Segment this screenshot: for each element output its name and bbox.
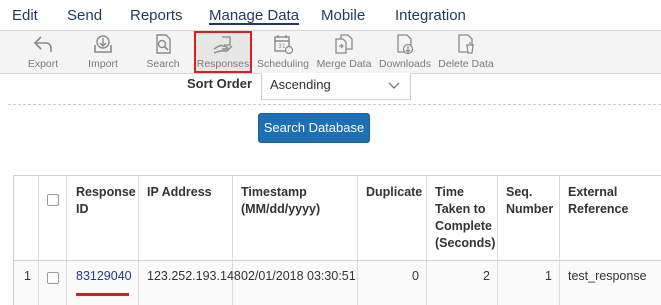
time-taken-value: 2: [483, 269, 490, 283]
responses-button[interactable]: Responses: [194, 31, 252, 73]
import-button[interactable]: Import: [80, 31, 126, 73]
header-seq-number[interactable]: Seq. Number: [506, 184, 558, 218]
delete-data-label: Delete Data: [438, 58, 494, 70]
chevron-down-icon: [388, 82, 400, 89]
toolbar: Export Import Search Responses 31 Schedu…: [0, 30, 661, 74]
header-time-taken[interactable]: Time Taken to Complete (Seconds): [435, 184, 495, 252]
results-table: Response ID IP Address Timestamp (MM/dd/…: [13, 175, 661, 305]
header-timestamp[interactable]: Timestamp (MM/dd/yyyy): [241, 184, 351, 218]
search-icon: [156, 34, 171, 54]
sort-order-value: Ascending: [270, 77, 331, 92]
import-label: Import: [88, 58, 118, 70]
search-label: Search: [146, 58, 180, 70]
menu-manage-data[interactable]: Manage Data: [209, 7, 299, 24]
search-button[interactable]: Search: [140, 31, 186, 73]
merge-icon: [335, 34, 353, 54]
row-index: 1: [24, 269, 31, 283]
header-divider: [14, 260, 661, 261]
export-button[interactable]: Export: [20, 31, 66, 73]
header-ip-address[interactable]: IP Address: [147, 184, 233, 201]
downloads-label: Downloads: [379, 58, 431, 70]
highlight-underline: [76, 293, 129, 296]
timestamp-value: 02/01/2018 03:30:51: [241, 269, 356, 283]
delete-icon: [458, 34, 474, 54]
delete-data-button[interactable]: Delete Data: [438, 31, 494, 73]
row-checkbox[interactable]: [47, 272, 59, 284]
menu-integration[interactable]: Integration: [395, 7, 466, 24]
merge-data-label: Merge Data: [316, 58, 372, 70]
seq-number-value: 1: [545, 269, 552, 283]
responses-label: Responses: [196, 58, 250, 70]
download-icon: [397, 34, 414, 55]
response-id-link[interactable]: 83129040: [76, 269, 132, 283]
header-duplicate[interactable]: Duplicate: [366, 184, 426, 201]
external-reference-value: test_response: [568, 269, 647, 283]
menu-edit[interactable]: Edit: [12, 7, 38, 24]
export-label: Export: [27, 58, 59, 70]
header-external-reference[interactable]: External Reference: [568, 184, 658, 218]
sort-order-select[interactable]: Ascending: [261, 73, 411, 100]
duplicate-value: 0: [412, 269, 419, 283]
sort-order-label: Sort Order: [187, 76, 253, 91]
section-divider: [8, 104, 661, 105]
calendar-icon: 31: [274, 35, 294, 55]
svg-text:31: 31: [278, 43, 286, 50]
top-menu: Edit Send Reports Manage Data Mobile Int…: [0, 0, 661, 30]
scheduling-button[interactable]: 31 Scheduling: [256, 31, 310, 73]
menu-reports[interactable]: Reports: [130, 7, 183, 24]
ip-address-value: 123.252.193.148: [147, 269, 241, 283]
col-index: [14, 176, 39, 305]
scheduling-label: Scheduling: [257, 58, 309, 70]
export-icon: [33, 36, 52, 52]
hand-icon: [213, 36, 233, 54]
merge-data-button[interactable]: Merge Data: [316, 31, 372, 73]
search-database-button[interactable]: Search Database: [258, 113, 370, 143]
select-all-checkbox[interactable]: [47, 194, 59, 206]
menu-send[interactable]: Send: [67, 7, 102, 24]
header-response-id[interactable]: Response ID: [76, 184, 136, 218]
downloads-button[interactable]: Downloads: [378, 31, 432, 73]
menu-mobile[interactable]: Mobile: [321, 7, 365, 24]
import-icon: [94, 35, 112, 53]
